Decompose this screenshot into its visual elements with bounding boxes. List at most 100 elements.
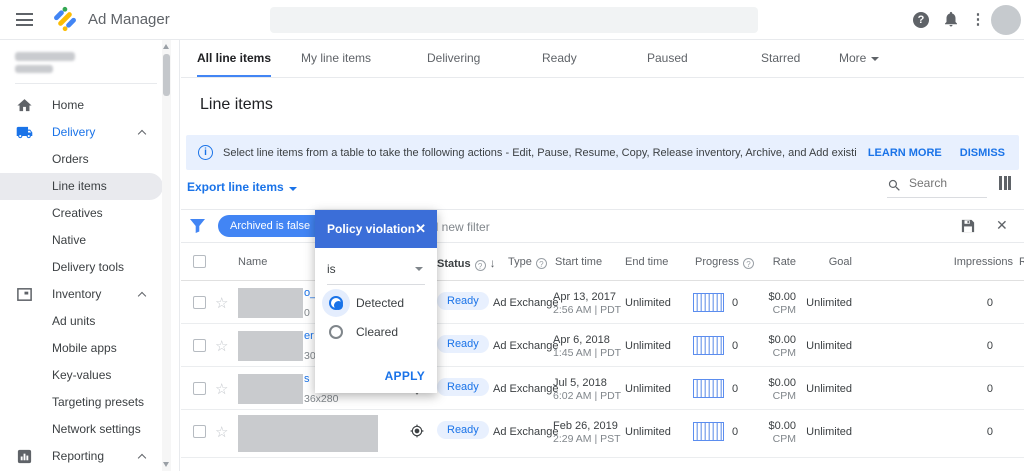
progress-bar — [693, 336, 724, 355]
sidebar: Home Delivery Orders Line items Creative… — [0, 40, 180, 471]
export-line-items-button[interactable]: Export line items — [187, 180, 297, 194]
star-icon[interactable]: ☆ — [215, 294, 228, 312]
type-cell: Ad Exchange — [493, 340, 558, 352]
learn-more-button[interactable]: LEARN MORE — [868, 147, 942, 159]
start-date: Feb 26, 2019 — [553, 420, 618, 432]
operator-select[interactable]: is — [327, 262, 425, 285]
col-header-impressions[interactable]: Impressions — [933, 256, 1013, 268]
tab-starred[interactable]: Starred — [761, 40, 800, 77]
col-header-revenue-clipped[interactable]: R — [1019, 256, 1024, 268]
tab-paused[interactable]: Paused — [647, 40, 688, 77]
star-icon[interactable]: ☆ — [215, 337, 228, 355]
close-filter-icon[interactable]: ✕ — [996, 217, 1008, 234]
col-header-goal[interactable]: Goal — [772, 256, 852, 268]
tab-my-line-items[interactable]: My line items — [301, 40, 371, 77]
status-header-label: Status — [437, 258, 471, 270]
scroll-down-arrow[interactable] — [163, 462, 169, 467]
col-header-name[interactable]: Name — [238, 256, 267, 268]
sidebar-item-targeting-presets[interactable]: Targeting presets — [0, 389, 163, 416]
scrollbar-thumb[interactable] — [163, 54, 170, 96]
tab-all-line-items[interactable]: All line items — [197, 40, 271, 77]
end-time-cell: Unlimited — [625, 383, 671, 395]
col-header-start-time[interactable]: Start time — [555, 256, 602, 268]
sidebar-item-orders[interactable]: Orders — [0, 146, 163, 173]
impressions-cell: 0 — [913, 340, 993, 352]
table-row[interactable]: ☆ s 36x280 Ready Ad Exchange Jul 5, 2018… — [181, 367, 1024, 410]
line-item-name-redacted[interactable] — [238, 288, 303, 318]
help-icon[interactable]: ? — [911, 10, 931, 30]
sidebar-item-delivery[interactable]: Delivery — [0, 119, 163, 146]
info-icon: i — [198, 145, 213, 160]
progress-bar — [693, 422, 724, 441]
home-icon — [16, 97, 33, 114]
select-all-checkbox[interactable] — [193, 255, 206, 268]
radio-unselected-icon[interactable] — [329, 325, 343, 339]
row-checkbox[interactable] — [193, 425, 206, 438]
star-icon[interactable]: ☆ — [215, 380, 228, 398]
line-item-name-redacted[interactable] — [238, 331, 303, 361]
notifications-icon[interactable] — [941, 10, 961, 30]
sidebar-item-creatives[interactable]: Creatives — [0, 200, 163, 227]
line-item-name-redacted[interactable] — [238, 415, 378, 452]
row-checkbox[interactable] — [193, 382, 206, 395]
start-time-cell: Jul 5, 20186:02 AM | PDT — [553, 377, 621, 403]
filter-chip-label: Archived is false — [230, 220, 310, 232]
sidebar-item-label: Delivery — [52, 119, 95, 146]
sidebar-item-line-items[interactable]: Line items — [0, 173, 163, 200]
sidebar-item-key-values[interactable]: Key-values — [0, 362, 163, 389]
option-cleared[interactable]: Cleared — [329, 325, 398, 339]
columns-icon[interactable] — [999, 176, 1013, 190]
sidebar-item-native[interactable]: Native — [0, 227, 163, 254]
filter-icon — [190, 219, 205, 233]
start-clock: 1:45 AM | PDT — [553, 347, 621, 359]
col-header-end-time[interactable]: End time — [625, 256, 668, 268]
account-code-redacted — [15, 65, 53, 73]
popup-header[interactable]: Policy violation ✕ — [315, 210, 437, 248]
sidebar-item-home[interactable]: Home — [0, 92, 163, 119]
close-icon[interactable]: ✕ — [415, 221, 426, 237]
option-detected[interactable]: Detected — [329, 296, 404, 310]
table-row[interactable]: ☆ er 30 Ready Ad Exchange Apr 6, 20181:4… — [181, 324, 1024, 367]
sidebar-item-network-settings[interactable]: Network settings — [0, 416, 163, 443]
save-icon[interactable] — [961, 219, 975, 233]
row-checkbox[interactable] — [193, 339, 206, 352]
sidebar-divider — [15, 83, 157, 84]
sidebar-item-ad-units[interactable]: Ad units — [0, 308, 163, 335]
operator-value: is — [327, 262, 336, 276]
type-cell: Ad Exchange — [493, 426, 558, 438]
col-header-status[interactable]: Status?↓ — [437, 256, 496, 271]
dismiss-button[interactable]: DISMISS — [960, 147, 1005, 159]
global-search-input[interactable] — [270, 7, 758, 33]
avatar[interactable] — [991, 5, 1021, 35]
type-header-label: Type — [508, 256, 532, 268]
target-icon — [410, 424, 424, 438]
inventory-icon — [16, 286, 33, 303]
tab-more[interactable]: More — [839, 40, 879, 77]
help-icon: ? — [475, 260, 486, 271]
more-options-icon[interactable]: ⋮ — [968, 10, 988, 30]
sidebar-item-mobile-apps[interactable]: Mobile apps — [0, 335, 163, 362]
sidebar-scrollbar[interactable] — [162, 40, 171, 471]
radio-selected-icon[interactable] — [329, 296, 343, 310]
tab-delivering[interactable]: Delivering — [427, 40, 480, 77]
start-clock: 2:29 AM | PST — [553, 433, 621, 445]
tab-ready[interactable]: Ready — [542, 40, 577, 77]
table-search-input[interactable] — [909, 176, 983, 190]
table-row[interactable]: ☆ o_ 0 Ready Ad Exchange Apr 13, 20172:5… — [181, 281, 1024, 324]
sidebar-item-label: Line items — [52, 173, 107, 200]
scroll-up-arrow[interactable] — [163, 44, 169, 49]
sidebar-item-inventory[interactable]: Inventory — [0, 281, 163, 308]
sidebar-item-delivery-tools[interactable]: Delivery tools — [0, 254, 163, 281]
col-header-type[interactable]: Type? — [508, 256, 547, 269]
help-icon: ? — [536, 258, 547, 269]
sidebar-item-reporting[interactable]: Reporting — [0, 443, 163, 470]
line-item-name-redacted[interactable] — [238, 374, 303, 404]
apply-button[interactable]: APPLY — [385, 369, 425, 383]
menu-icon[interactable] — [16, 13, 33, 26]
star-icon[interactable]: ☆ — [215, 423, 228, 441]
row-checkbox[interactable] — [193, 296, 206, 309]
progress-bar — [693, 293, 724, 312]
table-row[interactable]: ☆ Ready Ad Exchange Feb 26, 20192:29 AM … — [181, 410, 1024, 458]
table-header-row: Name Status?↓ Type? Start time End time … — [181, 243, 1024, 281]
status-badge: Ready — [437, 421, 489, 439]
